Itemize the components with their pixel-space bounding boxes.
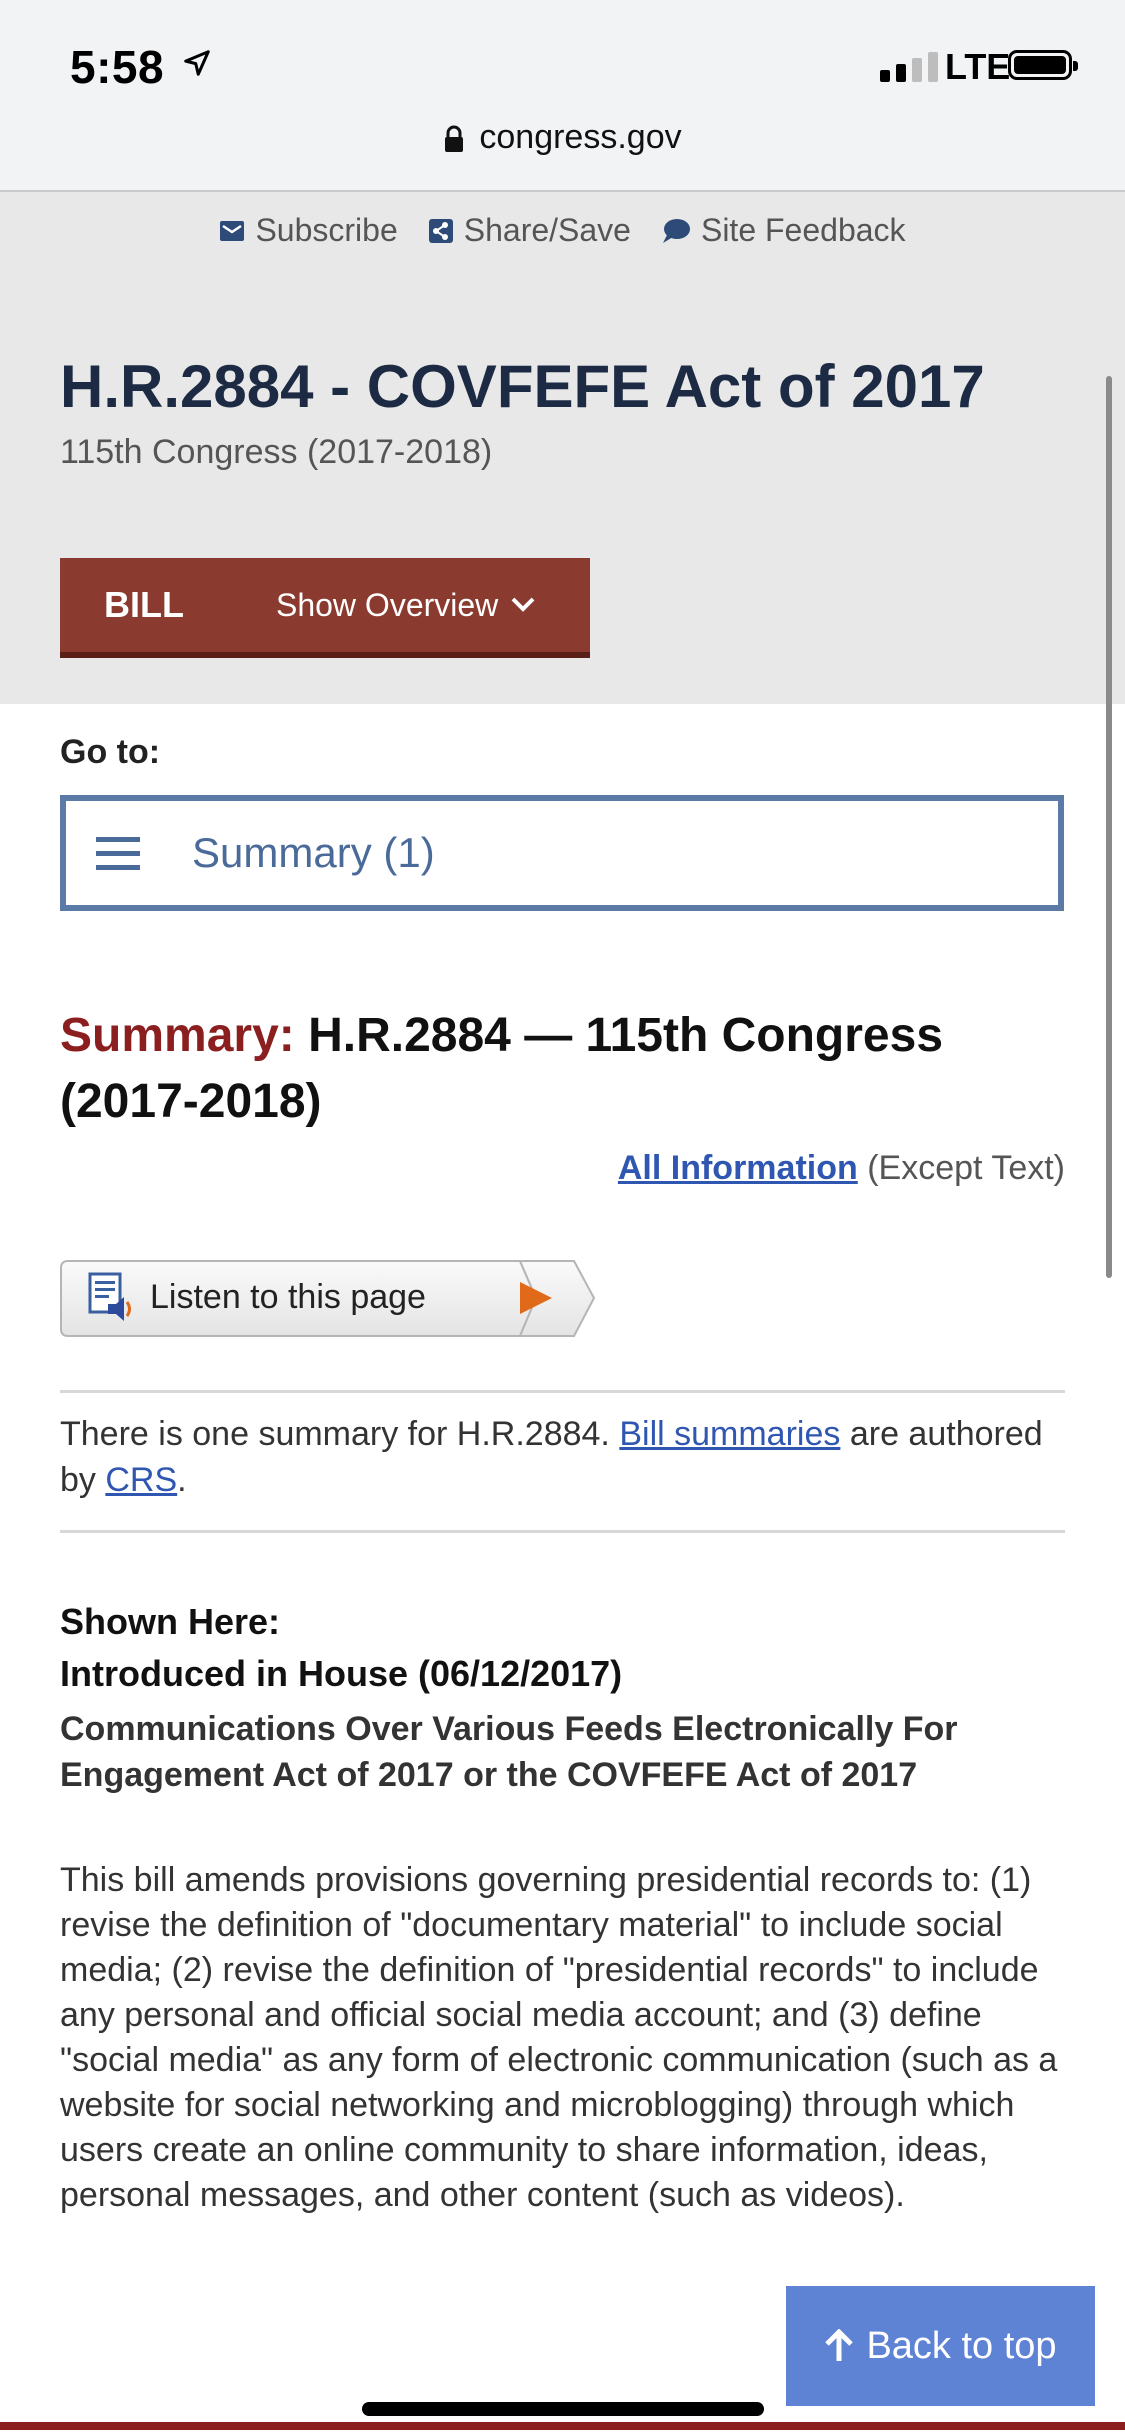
status-bar: 5:58 LTE congress.gov [0,0,1125,192]
lock-icon [445,125,464,153]
shown-here-block: Shown Here: Introduced in House (06/12/2… [60,1596,622,1700]
status-time: 5:58 [70,41,165,93]
all-information-link[interactable]: All Information [618,1149,858,1187]
summary-heading-prefix: Summary: [60,1009,295,1062]
shown-here-label: Shown Here: [60,1601,281,1642]
goto-label: Go to: [60,733,161,771]
bill-type-label: BILL [104,584,184,625]
play-icon [520,1282,552,1314]
chevron-down-icon [511,597,535,612]
bill-title: H.R.2884 - COVFEFE Act of 2017 [60,353,985,420]
summary-intro: There is one summary for H.R.2884. Bill … [60,1411,1060,1503]
show-overview-button[interactable]: Show Overview [276,587,536,624]
speech-bubble-icon [662,218,690,243]
location-arrow-icon [184,50,210,76]
share-link[interactable]: Share/Save [428,212,631,249]
feedback-link[interactable]: Site Feedback [661,212,906,249]
url-text: congress.gov [479,118,682,156]
intro-text-end: . [177,1461,187,1499]
show-overview-label: Show Overview [275,586,499,623]
bill-summaries-link[interactable]: Bill summaries [619,1415,840,1453]
share-label: Share/Save [463,212,631,248]
summary-heading: Summary: H.R.2884 — 115th Congress (2017… [60,1003,1060,1135]
listen-label: Listen to this page [150,1278,426,1316]
utility-nav: Subscribe Share/Save Site Feedback [0,212,1125,249]
scrollbar[interactable] [1106,376,1112,1278]
speaker-document-icon [88,1272,131,1321]
all-information-suffix: (Except Text) [867,1149,1065,1187]
arrow-up-icon [825,2329,854,2361]
back-to-top-button[interactable]: Back to top [786,2286,1095,2406]
signal-icon [880,52,938,82]
intro-text-start: There is one summary for H.R.2884. [60,1415,610,1453]
introduced-date: Introduced in House (06/12/2017) [60,1653,623,1694]
back-to-top-label: Back to top [866,2324,1057,2367]
crs-link[interactable]: CRS [105,1461,177,1499]
goto-select[interactable]: Summary (1) [60,795,1064,911]
share-icon [428,218,453,243]
menu-icon [96,837,140,870]
url-bar[interactable]: congress.gov [0,118,1125,157]
bill-tab-bar: BILL Show Overview [60,558,590,658]
divider [60,1390,1065,1393]
bill-full-title: Communications Over Various Feeds Electr… [60,1710,958,1794]
divider [60,1530,1065,1533]
network-label: LTE [945,46,1011,87]
envelope-icon [220,220,245,241]
all-information-row: All Information (Except Text) [618,1149,1065,1188]
goto-selected-value: Summary (1) [192,829,435,876]
feedback-label: Site Feedback [700,212,906,248]
battery-icon [1008,50,1078,80]
summary-body: This bill amends provisions governing pr… [60,1861,1058,2214]
congress-subtitle: 115th Congress (2017-2018) [60,433,493,471]
listen-button[interactable]: Listen to this page [60,1260,596,1337]
home-indicator[interactable] [362,2402,764,2416]
subscribe-label: Subscribe [255,212,398,248]
subscribe-link[interactable]: Subscribe [219,212,398,249]
bottom-border [0,2422,1125,2430]
